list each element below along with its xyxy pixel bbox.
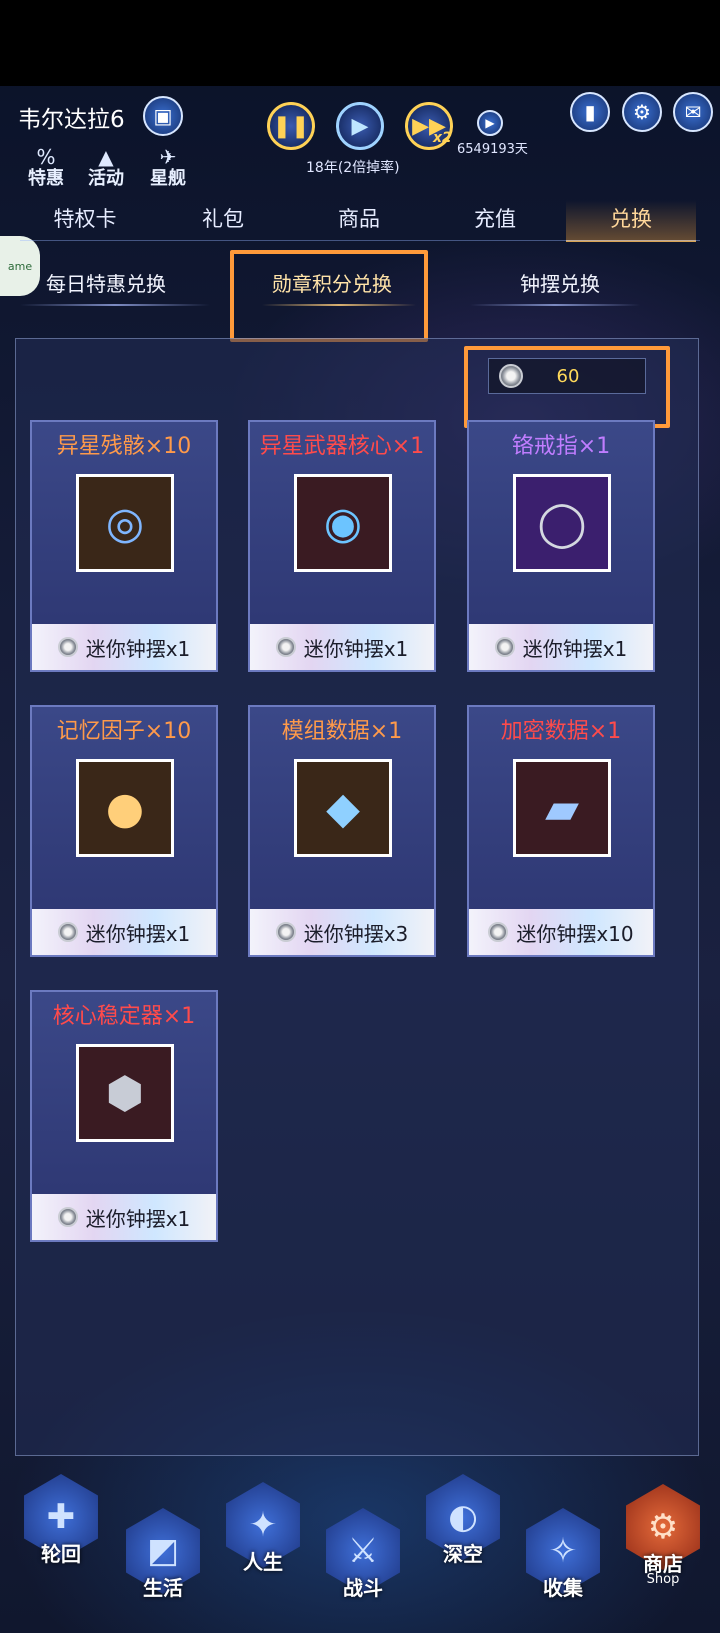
highlight-box-subtab [230,250,428,342]
item-title: 异星武器核心×1 [259,434,425,459]
subtab-pendulum-exchange[interactable]: 钟摆兑换 [480,262,640,310]
mini-pendulum-coin-icon [488,922,509,942]
discount-icon: % [36,145,56,169]
item-title: 记忆因子×10 [56,719,192,744]
nav-career[interactable]: ✦ 人生 [220,1482,306,1578]
nav-life[interactable]: ◩ 生活 [120,1508,206,1604]
mail-button[interactable]: ✉ [673,92,713,132]
tab-divider [20,240,700,241]
mini-pendulum-coin-icon [57,922,78,942]
item-frame: ● [76,759,174,857]
core-stabilizer-icon: ⬢ [105,1067,145,1119]
briefcase-icon[interactable]: ▣ [143,96,183,136]
item-cost-button[interactable]: 迷你钟摆x3 [250,909,434,955]
item-title: 铬戒指×1 [511,434,611,459]
item-frame: ◎ [76,474,174,572]
exchange-item-card[interactable]: 记忆因子×10 ● 迷你钟摆x1 [30,705,218,957]
alien-weapon-core-icon: ◉ [323,497,363,549]
mini-pendulum-coin-icon [57,1207,78,1227]
item-frame: ◉ [294,474,392,572]
bottom-navigation: ✚ 轮回 ◩ 生活 ✦ 人生 ⚔ 战斗 ◐ 深空 ✧ 收集 ⚙ 商店 Shop [0,1470,720,1633]
item-frame: ◯ [513,474,611,572]
subtab-underline [20,304,210,306]
item-frame: ▰ [513,759,611,857]
mini-pendulum-coin-icon [275,637,296,657]
alien-wreckage-icon: ◎ [105,497,145,549]
item-cost-button[interactable]: 迷你钟摆x1 [32,1194,216,1240]
quick-link-discount[interactable]: % 特惠 [16,146,76,190]
game-time: 18年(2倍掉率) [306,160,400,176]
status-bar [0,0,720,86]
quick-link-activity[interactable]: ▲ 活动 [76,146,136,190]
tab-recharge[interactable]: 充值 [430,200,560,242]
module-data-icon: ◆ [326,782,360,834]
starship-icon: ✈ [159,145,177,169]
memory-factor-icon: ● [105,782,145,834]
subtab-underline [470,304,640,306]
bar-chart-icon: ▮ [584,100,596,124]
item-frame: ◆ [294,759,392,857]
item-title: 异星残骸×10 [56,434,192,459]
encrypted-data-icon: ▰ [545,782,579,834]
shop-tab-bar: 特权卡 礼包 商品 充值 兑换 [20,200,700,244]
exchange-item-card[interactable]: 异星残骸×10 ◎ 迷你钟摆x1 [30,420,218,672]
item-title: 加密数据×1 [500,719,622,744]
stats-button[interactable]: ▮ [570,92,610,132]
pause-button[interactable]: ❚❚ [267,102,315,150]
nav-battle[interactable]: ⚔ 战斗 [320,1508,406,1604]
play-button[interactable]: ▶ [336,102,384,150]
day-counter: 6549193天 [457,142,528,157]
play-icon: ▶ [351,113,369,139]
settings-button[interactable]: ⚙ [622,92,662,132]
subtab-daily-exchange[interactable]: 每日特惠兑换 [26,262,186,310]
tab-privilege-card[interactable]: 特权卡 [20,200,150,242]
gear-icon: ⚙ [633,100,651,124]
mini-pendulum-coin-icon [494,637,515,657]
quick-link-starship[interactable]: ✈ 星舰 [138,146,198,190]
chrome-ring-icon: ◯ [537,497,587,549]
nav-deep-space[interactable]: ◐ 深空 [420,1474,506,1570]
activity-icon: ▲ [98,145,114,169]
mini-pendulum-coin-icon [57,637,78,657]
speed-badge: x2 [433,130,452,146]
tab-goods[interactable]: 商品 [294,200,424,242]
pause-icon: ❚❚ [272,113,310,139]
nav-shop[interactable]: ⚙ 商店 Shop [620,1484,706,1587]
item-frame: ⬢ [76,1044,174,1142]
item-title: 模组数据×1 [281,719,403,744]
item-cost-button[interactable]: 迷你钟摆x1 [32,624,216,670]
next-button[interactable]: ▶ [477,110,503,136]
nav-reincarnation[interactable]: ✚ 轮回 [18,1474,104,1570]
item-title: 核心稳定器×1 [52,1004,196,1029]
nav-collection[interactable]: ✧ 收集 [520,1508,606,1604]
tab-gift-pack[interactable]: 礼包 [158,200,288,242]
player-name: 韦尔达拉6 [18,107,125,133]
mail-icon: ✉ [684,100,702,124]
mini-pendulum-coin-icon [275,922,296,942]
exchange-item-card[interactable]: 铬戒指×1 ◯ 迷你钟摆x1 [467,420,655,672]
next-icon: ▶ [485,116,495,130]
item-cost-button[interactable]: 迷你钟摆x1 [469,624,653,670]
item-cost-button[interactable]: 迷你钟摆x10 [469,909,653,955]
exchange-item-card[interactable]: 模组数据×1 ◆ 迷你钟摆x3 [248,705,436,957]
highlight-box-balance [464,346,670,428]
tab-exchange[interactable]: 兑换 [566,200,696,242]
exchange-item-card[interactable]: 核心稳定器×1 ⬢ 迷你钟摆x1 [30,990,218,1242]
exchange-item-card[interactable]: 加密数据×1 ▰ 迷你钟摆x10 [467,705,655,957]
exchange-item-card[interactable]: 异星武器核心×1 ◉ 迷你钟摆x1 [248,420,436,672]
item-cost-button[interactable]: 迷你钟摆x1 [250,624,434,670]
item-cost-button[interactable]: 迷你钟摆x1 [32,909,216,955]
